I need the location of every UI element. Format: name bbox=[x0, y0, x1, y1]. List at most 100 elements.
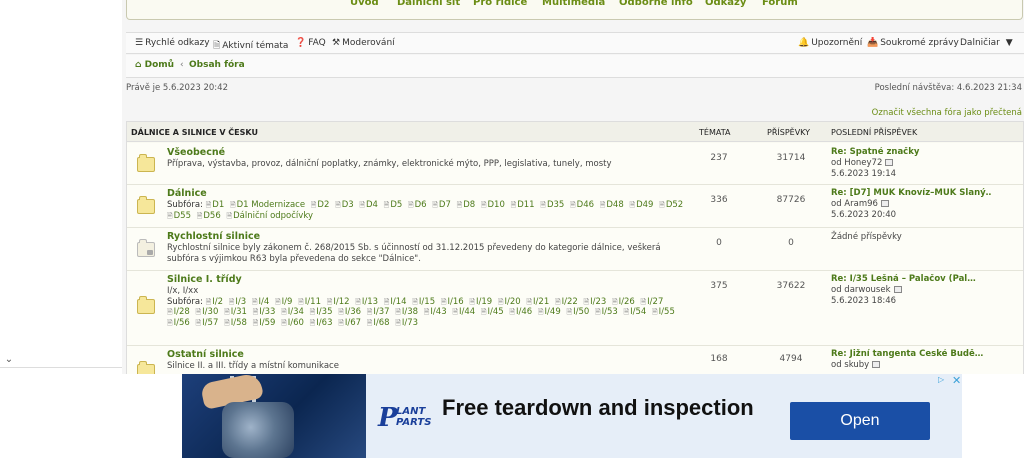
forum-title[interactable]: Všeobecné bbox=[167, 147, 225, 158]
breadcrumb-home[interactable]: ⌂ Domů bbox=[135, 60, 174, 70]
subforum-link[interactable]: I/58 bbox=[224, 318, 247, 328]
subforum-link[interactable]: D56 bbox=[197, 211, 221, 221]
mark-all-read-link[interactable]: Označit všechna fóra jako přečtená bbox=[872, 108, 1022, 118]
subforum-link[interactable]: D49 bbox=[629, 200, 653, 210]
forum-title[interactable]: Silnice I. třídy bbox=[167, 274, 242, 285]
subforum-link[interactable]: I/26 bbox=[612, 297, 635, 307]
subforum-link[interactable]: D5 bbox=[384, 200, 403, 210]
subforum-link[interactable]: D1 Modernizace bbox=[230, 200, 305, 210]
nav-item-uvod[interactable]: Úvod bbox=[350, 0, 379, 8]
subforum-link[interactable]: I/15 bbox=[412, 297, 435, 307]
subforum-link[interactable]: I/68 bbox=[367, 318, 390, 328]
subforum-link[interactable]: I/43 bbox=[424, 307, 447, 317]
subforum-link[interactable]: I/56 bbox=[167, 318, 190, 328]
subforum-link[interactable]: I/38 bbox=[395, 307, 418, 317]
subforum-link[interactable]: I/3 bbox=[229, 297, 246, 307]
subforum-link[interactable]: I/53 bbox=[595, 307, 618, 317]
subforum-link[interactable]: Dálniční odpočívky bbox=[226, 211, 313, 221]
subforum-link[interactable]: I/28 bbox=[167, 307, 190, 317]
subforum-link[interactable]: I/35 bbox=[310, 307, 333, 317]
subforum-link[interactable]: D3 bbox=[335, 200, 354, 210]
subforum-link[interactable]: I/9 bbox=[275, 297, 292, 307]
ad-open-button[interactable]: Open bbox=[790, 402, 930, 440]
notifications-link[interactable]: 🔔 Upozornění bbox=[798, 38, 862, 48]
subforum-link[interactable]: D8 bbox=[457, 200, 476, 210]
subforum-link[interactable]: I/23 bbox=[583, 297, 606, 307]
moderation-link[interactable]: ⚒ Moderování bbox=[332, 38, 395, 48]
subforum-link[interactable]: I/46 bbox=[509, 307, 532, 317]
subforum-link[interactable]: I/12 bbox=[327, 297, 350, 307]
subforum-link[interactable]: I/33 bbox=[253, 307, 276, 317]
last-post-title[interactable]: Re: Špatné značky bbox=[831, 147, 991, 158]
last-post-title[interactable]: Re: I/35 Lešná – Palačov (Pal… bbox=[831, 274, 991, 285]
subforum-link[interactable]: I/34 bbox=[281, 307, 304, 317]
subforum-link[interactable]: I/36 bbox=[338, 307, 361, 317]
nav-item-odkazy[interactable]: Odkazy bbox=[705, 0, 746, 8]
subforum-link[interactable]: I/55 bbox=[652, 307, 675, 317]
subforum-link[interactable]: I/37 bbox=[367, 307, 390, 317]
breadcrumb-current[interactable]: Obsah fóra bbox=[189, 60, 245, 70]
subforum-link[interactable]: D55 bbox=[167, 211, 191, 221]
goto-post-icon[interactable] bbox=[893, 286, 902, 293]
nav-item-forum[interactable]: Fórum bbox=[762, 0, 798, 8]
subforum-link[interactable]: I/31 bbox=[224, 307, 247, 317]
ad-content[interactable]: P LANT PARTS Free teardown and inspectio… bbox=[366, 374, 962, 458]
subforum-link[interactable]: I/67 bbox=[338, 318, 361, 328]
nav-item-pro-ridice[interactable]: Pro řidiče bbox=[473, 0, 527, 8]
last-post-author[interactable]: od darwousek bbox=[831, 285, 891, 295]
nav-item-dalnicni-sit[interactable]: Dálniční síť bbox=[397, 0, 460, 8]
subforum-link[interactable]: I/54 bbox=[624, 307, 647, 317]
subforum-link[interactable]: I/27 bbox=[641, 297, 664, 307]
subforum-link[interactable]: I/19 bbox=[469, 297, 492, 307]
quick-links-button[interactable]: ☰ Rychlé odkazy bbox=[135, 38, 210, 48]
subforum-link[interactable]: I/45 bbox=[481, 307, 504, 317]
last-post-author[interactable]: od skuby bbox=[831, 360, 869, 370]
last-post-author[interactable]: od Aram96 bbox=[831, 199, 878, 209]
subforum-link[interactable]: I/22 bbox=[555, 297, 578, 307]
nav-item-multimedia[interactable]: Multimédia bbox=[542, 0, 605, 8]
subforum-link[interactable]: I/44 bbox=[452, 307, 475, 317]
last-post-author[interactable]: od Honey72 bbox=[831, 158, 882, 168]
goto-post-icon[interactable] bbox=[872, 361, 881, 368]
subforum-link[interactable]: I/49 bbox=[538, 307, 561, 317]
subforum-link[interactable]: D46 bbox=[570, 200, 594, 210]
subforum-link[interactable]: I/57 bbox=[196, 318, 219, 328]
ad-image[interactable] bbox=[182, 374, 366, 458]
subforum-link[interactable]: D4 bbox=[359, 200, 378, 210]
nav-item-odborne-info[interactable]: Odborné info bbox=[619, 0, 693, 8]
subforum-link[interactable]: I/63 bbox=[310, 318, 333, 328]
forum-title[interactable]: Dálnice bbox=[167, 188, 207, 199]
last-post-title[interactable]: Re: Jižní tangenta České Budě… bbox=[831, 349, 991, 360]
subforum-link[interactable]: I/14 bbox=[384, 297, 407, 307]
subforum-link[interactable]: I/4 bbox=[252, 297, 269, 307]
user-menu[interactable]: Dalničiar ▼ bbox=[960, 38, 1015, 48]
subforum-link[interactable]: I/30 bbox=[196, 307, 219, 317]
goto-post-icon[interactable] bbox=[885, 159, 894, 166]
subforum-link[interactable]: D10 bbox=[481, 200, 505, 210]
subforum-link[interactable]: D2 bbox=[311, 200, 330, 210]
subforum-link[interactable]: D52 bbox=[659, 200, 683, 210]
last-post-title[interactable]: Re: [D7] MÚK Knovíz–MÚK Slaný… bbox=[831, 188, 991, 199]
subforum-link[interactable]: D6 bbox=[408, 200, 427, 210]
subforum-link[interactable]: I/16 bbox=[441, 297, 464, 307]
subforum-link[interactable]: I/2 bbox=[206, 297, 223, 307]
subforum-link[interactable]: D11 bbox=[511, 200, 535, 210]
subforum-link[interactable]: I/21 bbox=[526, 297, 549, 307]
forum-title[interactable]: Ostatní silnice bbox=[167, 349, 244, 360]
faq-link[interactable]: ❓ FAQ bbox=[295, 38, 326, 48]
subforum-link[interactable]: I/13 bbox=[355, 297, 378, 307]
category-title[interactable]: DÁLNICE A SILNICE V ČESKU bbox=[131, 128, 258, 137]
subforum-link[interactable]: I/73 bbox=[395, 318, 418, 328]
active-topics-link[interactable]: 🗎 Aktivní témata bbox=[213, 38, 288, 54]
forum-title[interactable]: Rychlostní silnice bbox=[167, 231, 260, 242]
subforum-link[interactable]: D48 bbox=[600, 200, 624, 210]
subforum-link[interactable]: D35 bbox=[540, 200, 564, 210]
close-ad-icon[interactable]: ✕ bbox=[952, 374, 961, 387]
private-messages-link[interactable]: 📥 Soukromé zprávy bbox=[867, 38, 959, 48]
subforum-link[interactable]: D7 bbox=[432, 200, 451, 210]
subforum-link[interactable]: I/11 bbox=[298, 297, 321, 307]
subforum-link[interactable]: D1 bbox=[206, 200, 225, 210]
goto-post-icon[interactable] bbox=[880, 200, 889, 207]
subforum-link[interactable]: I/59 bbox=[253, 318, 276, 328]
subforum-link[interactable]: I/60 bbox=[281, 318, 304, 328]
